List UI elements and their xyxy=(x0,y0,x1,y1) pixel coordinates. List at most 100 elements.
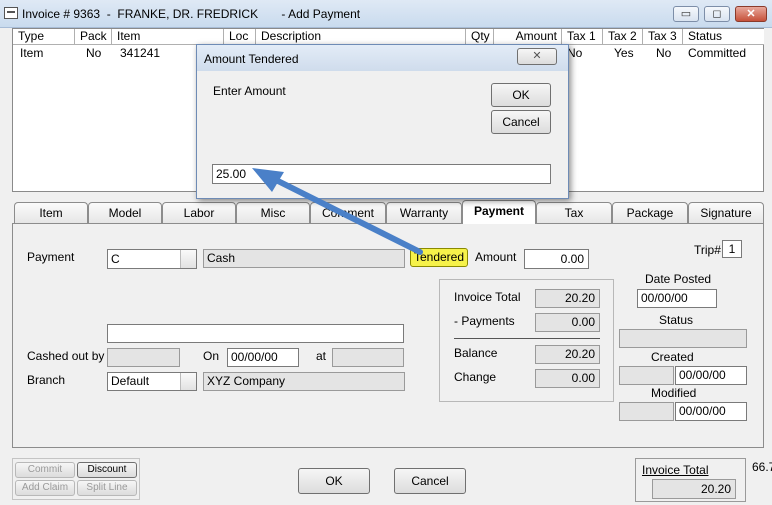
tab-package-label: Package xyxy=(626,206,674,220)
dialog-close-button[interactable]: ✕ xyxy=(517,48,557,65)
maximize-button[interactable]: ◻ xyxy=(704,6,730,22)
payment-panel: Payment C Cash Tendered Amount 0.00 Trip… xyxy=(12,223,764,448)
cell-tax2: Yes xyxy=(614,46,634,60)
col-header-amount[interactable]: Amount xyxy=(494,29,562,45)
modified-label: Modified xyxy=(651,386,697,400)
trip-input[interactable]: 1 xyxy=(722,240,742,258)
tab-signature[interactable]: Signature xyxy=(688,202,764,223)
col-header-tax2[interactable]: Tax 2 xyxy=(603,29,643,45)
amount-tendered-dialog: Amount Tendered ✕ Enter Amount OK Cancel… xyxy=(196,44,569,199)
tab-model-label: Model xyxy=(108,206,142,220)
tab-strip: Item Model Labor Misc Comment Warranty P… xyxy=(12,200,764,224)
col-header-loc[interactable]: Loc xyxy=(224,29,256,45)
tab-labor-label: Labor xyxy=(183,206,215,220)
created-by-field xyxy=(619,366,674,385)
payments-label: - Payments xyxy=(454,314,515,328)
at-time-field xyxy=(332,348,404,367)
tendered-button[interactable]: Tendered xyxy=(410,248,468,267)
totals-group: Invoice Total 20.20 - Payments 0.00 Bala… xyxy=(439,279,614,402)
company-field: XYZ Company xyxy=(203,372,405,391)
branch-dropdown-button[interactable] xyxy=(180,373,196,390)
balance-label: Balance xyxy=(454,346,498,360)
bottom-invoice-total-label: Invoice Total xyxy=(642,463,709,477)
window-title: Invoice # 9363 - FRANKE, DR. FREDRICK - … xyxy=(22,7,361,21)
cell-pack: No xyxy=(86,46,102,60)
reference-input[interactable] xyxy=(107,324,404,343)
col-header-tax1[interactable]: Tax 1 xyxy=(562,29,603,45)
cell-tax3: No xyxy=(656,46,672,60)
payment-code-combo[interactable]: C xyxy=(107,249,197,269)
payment-code-dropdown-button[interactable] xyxy=(180,250,196,268)
amount-input[interactable]: 0.00 xyxy=(524,249,589,269)
payments-value: 0.00 xyxy=(535,313,600,332)
created-label: Created xyxy=(651,350,694,364)
at-label: at xyxy=(316,349,327,363)
modified-date-field[interactable]: 00/00/00 xyxy=(675,402,747,421)
totals-divider xyxy=(454,338,600,339)
tab-misc[interactable]: Misc xyxy=(236,202,310,223)
tab-tax[interactable]: Tax xyxy=(536,202,612,223)
invoice-total-side-value: 66.7 xyxy=(752,460,772,474)
tab-comment-label: Comment xyxy=(321,206,374,220)
minimize-button[interactable]: ▭ xyxy=(673,6,699,22)
tab-payment-label: Payment xyxy=(473,204,525,218)
date-posted-input[interactable]: 00/00/00 xyxy=(637,289,717,308)
discount-button[interactable]: Discount xyxy=(77,462,137,478)
dialog-title-bar: Amount Tendered ✕ xyxy=(197,45,568,71)
commit-button[interactable]: Commit xyxy=(15,462,75,478)
cell-type: Item xyxy=(20,46,44,60)
dialog-cancel-button[interactable]: Cancel xyxy=(491,110,551,134)
bottom-bar: Commit Discount Add Claim Split Line OK … xyxy=(0,454,772,505)
tab-misc-label: Misc xyxy=(260,206,286,220)
bottom-invoice-total-value: 20.20 xyxy=(652,479,736,499)
tab-model[interactable]: Model xyxy=(88,202,162,223)
close-button[interactable]: ✕ xyxy=(735,6,767,22)
tab-payment[interactable]: Payment xyxy=(462,200,536,224)
branch-value: Default xyxy=(111,374,150,388)
tab-tax-label: Tax xyxy=(564,206,584,220)
title-bar: Invoice # 9363 - FRANKE, DR. FREDRICK - … xyxy=(0,0,772,28)
line-actions-group: Commit Discount Add Claim Split Line xyxy=(12,458,140,500)
tab-warranty[interactable]: Warranty xyxy=(386,202,462,223)
app-icon xyxy=(4,7,18,19)
col-header-pack[interactable]: Pack xyxy=(75,29,112,45)
col-header-type[interactable]: Type xyxy=(13,29,75,45)
col-header-item[interactable]: Item xyxy=(112,29,224,45)
on-date-input[interactable]: 00/00/00 xyxy=(227,348,299,367)
date-posted-label: Date Posted xyxy=(645,272,712,286)
col-header-qty[interactable]: Qty xyxy=(466,29,494,45)
split-line-button[interactable]: Split Line xyxy=(77,480,137,496)
cancel-button[interactable]: Cancel xyxy=(394,468,466,494)
tab-item[interactable]: Item xyxy=(14,202,88,223)
tab-item-label: Item xyxy=(39,206,63,220)
dialog-ok-button[interactable]: OK xyxy=(491,83,551,107)
tab-warranty-label: Warranty xyxy=(399,206,449,220)
amount-tendered-input[interactable]: 25.00 xyxy=(212,164,551,184)
branch-combo[interactable]: Default xyxy=(107,372,197,391)
col-header-status[interactable]: Status xyxy=(683,29,764,45)
trip-label: Trip# xyxy=(694,243,721,257)
payment-code-value: C xyxy=(111,252,120,266)
tab-labor[interactable]: Labor xyxy=(162,202,236,223)
col-header-description[interactable]: Description xyxy=(256,29,466,45)
status-label: Status xyxy=(659,313,694,327)
tab-package[interactable]: Package xyxy=(612,202,688,223)
col-header-tax3[interactable]: Tax 3 xyxy=(643,29,683,45)
status-field xyxy=(619,329,747,348)
change-value: 0.00 xyxy=(535,369,600,388)
balance-value: 20.20 xyxy=(535,345,600,364)
change-label: Change xyxy=(454,370,497,384)
ok-button[interactable]: OK xyxy=(298,468,370,494)
add-claim-button[interactable]: Add Claim xyxy=(15,480,75,496)
enter-amount-label: Enter Amount xyxy=(213,84,286,98)
on-label: On xyxy=(203,349,220,363)
invoice-total-label: Invoice Total xyxy=(454,290,521,304)
branch-label: Branch xyxy=(27,373,66,387)
dialog-title: Amount Tendered xyxy=(204,52,299,66)
payment-label: Payment xyxy=(27,250,75,264)
modified-by-field xyxy=(619,402,674,421)
tab-comment[interactable]: Comment xyxy=(310,202,386,223)
amount-label: Amount xyxy=(475,250,517,264)
created-date-field[interactable]: 00/00/00 xyxy=(675,366,747,385)
cashed-out-by-field xyxy=(107,348,180,367)
